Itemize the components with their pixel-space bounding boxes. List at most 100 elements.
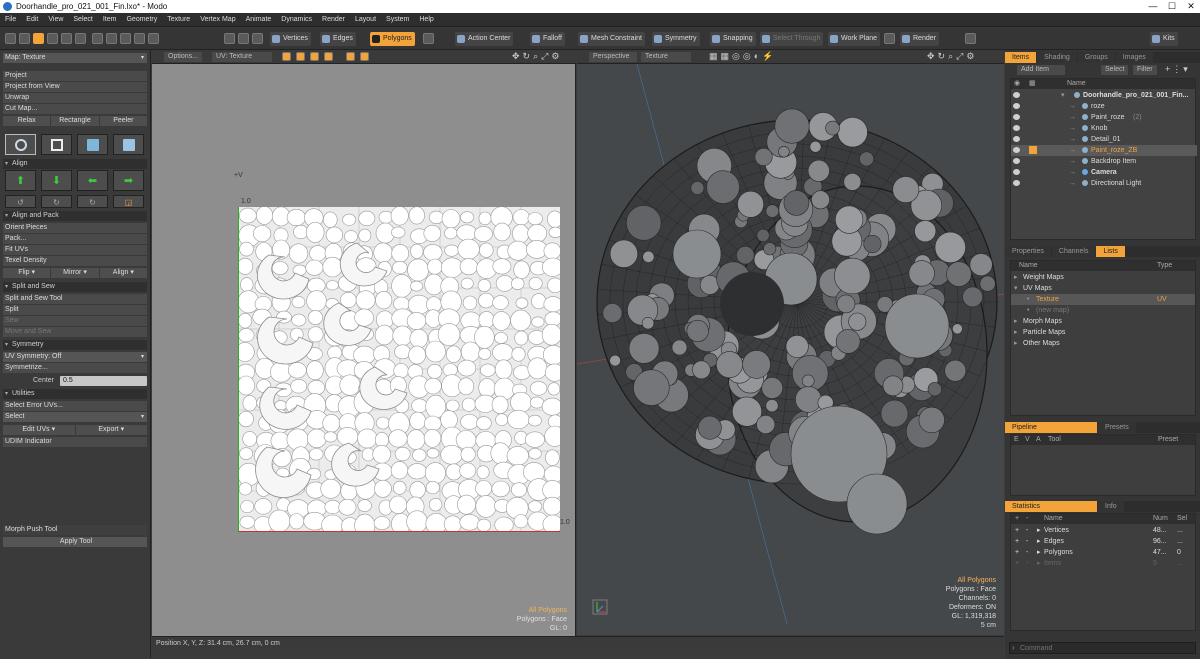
expand-arrow-icon[interactable]: ▸: [1037, 536, 1041, 547]
menu-edit[interactable]: Edit: [21, 13, 43, 27]
fit-uvs-button[interactable]: Fit UVs: [3, 245, 147, 255]
mesh-constraint-button[interactable]: Mesh Constraint: [578, 32, 645, 46]
align-section[interactable]: Align: [3, 159, 147, 169]
vmap-row[interactable]: • (new map): [1011, 305, 1195, 316]
select-button[interactable]: Select: [1101, 65, 1129, 75]
remove-from-selection-icon[interactable]: -: [1026, 547, 1028, 558]
uv-cube-tool-button[interactable]: [77, 134, 108, 155]
filter-button[interactable]: Filter: [1133, 65, 1157, 75]
perspective-dropdown[interactable]: Perspective: [589, 52, 637, 62]
tab-groups[interactable]: Groups: [1077, 52, 1115, 63]
tree-arrow-icon[interactable]: →: [1069, 112, 1076, 123]
unwrap-button[interactable]: Unwrap: [3, 93, 147, 103]
visibility-eye-icon[interactable]: [1013, 147, 1020, 153]
visibility-eye-icon[interactable]: [1013, 136, 1020, 142]
vmap-row[interactable]: ▸ Morph Maps: [1011, 316, 1195, 327]
expand-arrow-icon[interactable]: ▸: [1037, 547, 1041, 558]
vmap-row[interactable]: • Texture UV: [1011, 294, 1195, 305]
transform-mode-icon[interactable]: [238, 33, 249, 44]
add-to-selection-icon[interactable]: +: [1015, 558, 1019, 569]
edges-mode-button[interactable]: Edges: [320, 32, 356, 46]
expand-arrow-icon[interactable]: •: [1027, 294, 1029, 305]
vertices-mode-button[interactable]: Vertices: [270, 32, 311, 46]
item-row[interactable]: → Knob: [1011, 123, 1197, 134]
tab-lists[interactable]: Lists: [1096, 246, 1125, 257]
pen-tool-icon[interactable]: [61, 33, 72, 44]
align-right-button[interactable]: ➡: [113, 170, 144, 191]
vmap-row[interactable]: ▸ Other Maps: [1011, 338, 1195, 349]
align-dropdown[interactable]: Align ▾: [99, 268, 147, 278]
split-and-sew-section[interactable]: Split and Sew: [3, 282, 147, 292]
uv-tool-icon[interactable]: [33, 33, 44, 44]
remove-from-selection-icon[interactable]: -: [1026, 536, 1028, 547]
viewport-nav-icons[interactable]: ✥↻⌕⤢⚙: [512, 51, 562, 62]
align-corner-button[interactable]: ◲: [113, 195, 144, 208]
menu-animate[interactable]: Animate: [241, 13, 277, 27]
menu-vertex-map[interactable]: Vertex Map: [195, 13, 240, 27]
expand-arrow-icon[interactable]: ▸: [1037, 558, 1041, 569]
vmap-row[interactable]: ▾ UV Maps: [1011, 283, 1195, 294]
orient-pieces-button[interactable]: Orient Pieces: [3, 223, 147, 233]
add-to-selection-icon[interactable]: +: [1015, 536, 1019, 547]
visibility-eye-icon[interactable]: [1013, 180, 1020, 186]
uv-view-icon-4[interactable]: [324, 52, 333, 61]
align-top-button[interactable]: ⬆: [5, 170, 36, 191]
tab-statistics[interactable]: Statistics: [1005, 501, 1097, 512]
lock-icon[interactable]: [92, 33, 103, 44]
select-frame-icon[interactable]: [148, 33, 159, 44]
action-center-button[interactable]: Action Center: [455, 32, 514, 46]
tab-info[interactable]: Info: [1098, 501, 1124, 512]
center-input[interactable]: 0.5: [60, 376, 147, 386]
item-mode-icon[interactable]: [224, 33, 235, 44]
uv-grid-tool-button[interactable]: [113, 134, 144, 155]
minimize-button[interactable]: —: [1144, 0, 1162, 13]
uv-viewport[interactable]: Options... UV: Texture ✥↻⌕⤢⚙ +V 1.0 1.0: [152, 50, 576, 649]
expand-arrow-icon[interactable]: ▸: [1014, 272, 1018, 283]
select-through-button[interactable]: Select Through: [760, 32, 824, 46]
item-row[interactable]: → roze: [1011, 101, 1197, 112]
select-dropdown[interactable]: Select ▾: [3, 412, 147, 422]
uv-view-icon-1[interactable]: [282, 52, 291, 61]
tree-arrow-icon[interactable]: →: [1069, 123, 1076, 134]
peeler-button[interactable]: Peeler: [99, 116, 147, 126]
tab-images[interactable]: Images: [1115, 52, 1153, 63]
move-and-sew-button[interactable]: Move and Sew: [3, 327, 147, 337]
utilities-section[interactable]: Utilities: [3, 389, 147, 399]
rotate-cw-button[interactable]: ↻: [41, 195, 72, 208]
sew-button[interactable]: Sew: [3, 316, 147, 326]
uv-symmetry-dropdown[interactable]: UV Symmetry: Off ▾: [3, 352, 147, 362]
select-error-uvs-button[interactable]: Select Error UVs...: [3, 401, 147, 411]
item-row[interactable]: → Camera: [1011, 167, 1197, 178]
stats-row[interactable]: + - ▸ Polygons 47... 0: [1011, 547, 1195, 558]
menu-layout[interactable]: Layout: [350, 13, 381, 27]
display-icon[interactable]: [965, 33, 976, 44]
item-row[interactable]: → Directional Light: [1011, 178, 1197, 189]
tab-items[interactable]: Items: [1005, 52, 1037, 63]
item-row[interactable]: → Paint_roze (2): [1011, 112, 1197, 123]
work-plane-button[interactable]: Work Plane: [828, 32, 881, 46]
rectangle-button[interactable]: Rectangle: [51, 116, 99, 126]
stats-row[interactable]: + - ▸ Edges 96......: [1011, 536, 1195, 547]
visibility-eye-icon[interactable]: [1013, 158, 1020, 164]
grid-icon[interactable]: [106, 33, 117, 44]
material-mode-icon[interactable]: [252, 33, 263, 44]
uv-circle-tool-button[interactable]: [5, 134, 36, 155]
uv-grid[interactable]: [238, 207, 560, 532]
select-tool-icon[interactable]: [5, 33, 16, 44]
close-button[interactable]: ✕: [1182, 0, 1200, 13]
menu-dynamics[interactable]: Dynamics: [276, 13, 317, 27]
tree-arrow-icon[interactable]: →: [1069, 134, 1076, 145]
curve-tool-icon[interactable]: [47, 33, 58, 44]
menu-system[interactable]: System: [381, 13, 414, 27]
tree-arrow-icon[interactable]: ▾: [1061, 90, 1065, 101]
rotate-90-button[interactable]: ↻: [77, 195, 108, 208]
relax-button[interactable]: Relax: [3, 116, 51, 126]
menu-item[interactable]: Item: [98, 13, 122, 27]
menu-texture[interactable]: Texture: [162, 13, 195, 27]
vmap-row[interactable]: ▸ Particle Maps: [1011, 327, 1195, 338]
menu-help[interactable]: Help: [414, 13, 438, 27]
shading-dropdown[interactable]: Texture: [641, 52, 691, 62]
project-from-view-button[interactable]: Project from View: [3, 82, 147, 92]
split-button[interactable]: Split: [3, 305, 147, 315]
kits-button[interactable]: Kits: [1150, 32, 1178, 46]
